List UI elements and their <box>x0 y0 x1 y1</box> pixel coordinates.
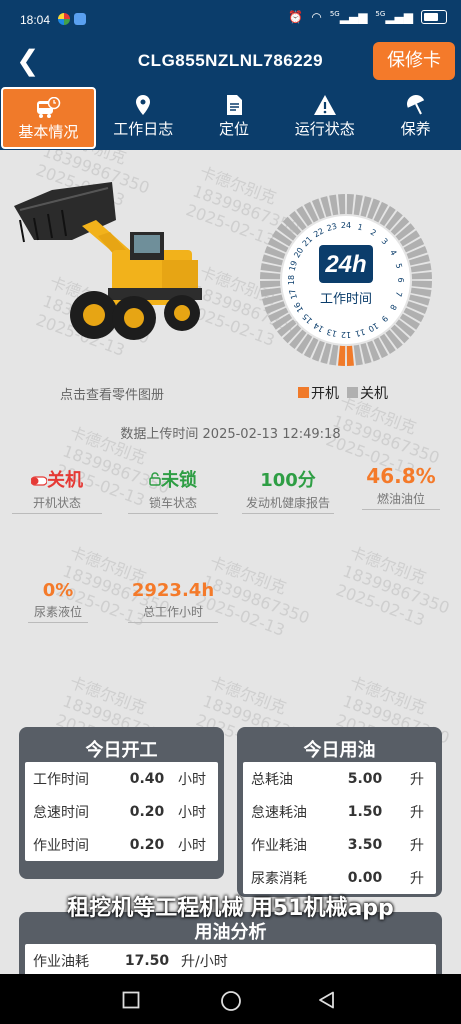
tab-label: 保养 <box>400 120 431 138</box>
work-time-dial: 24 12345678910111213141516171819202122 23 … <box>260 194 432 366</box>
today-work-table: 工作时间 0.40 小时 怠速时间 0.20 小时 作业时间 0.20 小时 <box>25 762 218 861</box>
today-work-title: 今日开工 <box>85 740 158 761</box>
engine-health[interactable]: 100分 发动机健康报告 <box>242 466 334 514</box>
fuel-level: 46.8% 燃油油位 <box>362 464 440 510</box>
hours-label: 总工作小时 <box>128 603 218 623</box>
dial-segment-off <box>260 272 281 280</box>
dial-segment-on <box>338 345 346 366</box>
tab-label: 运行状态 <box>294 120 355 138</box>
watermark: 卡德尔别克 18399867350 2025-02-13 <box>333 542 453 630</box>
notification-icons <box>58 13 86 25</box>
clock: 18:04 <box>20 13 51 27</box>
dial-hour-label: 24 <box>341 221 351 230</box>
urea-value: 0% <box>42 580 74 601</box>
system-nav-bar <box>0 974 461 1024</box>
home-icon[interactable] <box>220 990 242 1012</box>
table-row: 作业油耗 17.50 升/小时 <box>33 952 228 970</box>
table-row: 怠速时间 0.20 小时 <box>33 803 206 821</box>
power-label: 开机状态 <box>12 494 102 514</box>
dial-segment-off <box>411 272 432 280</box>
power-value: 关机 <box>47 470 83 491</box>
table-row: 作业时间 0.20 小时 <box>33 836 206 854</box>
table-row: 总耗油 5.00 升 <box>251 770 424 788</box>
dial-segment-off <box>411 280 432 288</box>
legend-on-swatch <box>298 387 309 398</box>
battery-icon <box>421 10 447 24</box>
dial-center-label: 24h <box>324 251 366 278</box>
signal-icon-1: 5G▂▄▆ <box>329 10 368 24</box>
status-bar: 18:04 ⏰ ◠ 5G▂▄▆ 5G▂▄▆ <box>0 0 461 38</box>
health-value: 100分 <box>260 470 316 491</box>
dial-segment-on <box>346 345 354 366</box>
warranty-card-button[interactable]: 保修卡 <box>373 42 455 80</box>
tab-label: 工作日志 <box>113 120 174 138</box>
gallery-notification-icon <box>74 13 86 25</box>
table-row: 工作时间 0.40 小时 <box>33 770 206 788</box>
lock-label: 锁车状态 <box>128 494 218 514</box>
today-fuel-title: 今日用油 <box>303 740 376 761</box>
bus-clock-icon <box>37 97 61 118</box>
today-fuel-table: 总耗油 5.00 升 怠速耗油 1.50 升 作业耗油 3.50 升 尿素消耗 0.00 升 <box>243 762 436 894</box>
dial-caption: 工作时间 <box>320 292 372 307</box>
signal-icon-2: 5G▂▄▆ <box>375 10 413 24</box>
today-fuel-card: 今日用油 总耗油 5.00 升 怠速耗油 1.50 升 作业耗油 3.50 升 尿素消耗 0.… <box>237 727 442 897</box>
fuel-value: 46.8% <box>366 464 436 488</box>
nav-bar: ❮ CLG855NZLNL786229 保修卡 <box>0 38 461 86</box>
back-icon[interactable] <box>318 991 336 1009</box>
wifi-icon: ◠ <box>311 10 322 24</box>
tab-basic-info[interactable]: 基本情况 <box>1 87 96 149</box>
health-label: 发动机健康报告 <box>242 494 334 514</box>
upload-time: 数据上传时间 2025-02-13 12:49:18 <box>120 427 341 442</box>
power-status: 关机 开机状态 <box>12 466 102 514</box>
fuel-label: 燃油油位 <box>362 490 440 510</box>
tab-running-status[interactable]: 运行状态 <box>279 86 370 150</box>
map-pin-icon <box>136 95 151 115</box>
legend-off-label: 关机 <box>360 386 388 402</box>
table-row: 作业耗油 3.50 升 <box>251 836 424 854</box>
tab-maintenance[interactable]: 保养 <box>370 86 461 150</box>
main-content: 卡德尔别克 18399867350 2025-02-13 卡德尔别克 18399… <box>0 150 461 974</box>
parts-catalog-link[interactable]: 点击查看零件图册 <box>60 384 164 403</box>
toggle-off-icon <box>30 476 48 486</box>
tab-work-log[interactable]: 工作日志 <box>98 86 189 150</box>
document-icon <box>226 95 242 115</box>
tab-label: 定位 <box>218 120 249 138</box>
legend-off-swatch <box>347 387 358 398</box>
tab-location[interactable]: 定位 <box>189 86 280 150</box>
tab-bar: 基本情况 工作日志 定位 运行状态 保养 <box>0 86 461 150</box>
table-row: 怠速耗油 1.50 升 <box>251 803 424 821</box>
unlock-icon <box>149 472 161 486</box>
dial-segment-off <box>260 280 281 288</box>
hours-value: 2923.4h <box>131 580 215 601</box>
dial-segment-off <box>338 194 346 215</box>
app-notification-icon <box>58 13 70 25</box>
total-hours: 2923.4h 总工作小时 <box>128 580 218 623</box>
dial-hour-label: 6 <box>396 277 405 282</box>
ad-banner-text: 租挖机等工程机械 用51机械app <box>67 896 394 921</box>
dial-segment-off <box>346 194 354 215</box>
tab-label: 基本情况 <box>18 123 79 141</box>
alarm-icon: ⏰ <box>288 10 304 24</box>
urea-label: 尿素液位 <box>28 603 88 623</box>
lock-value: 未锁 <box>161 470 197 491</box>
legend-on-label: 开机 <box>311 386 339 402</box>
umbrella-icon <box>406 95 424 115</box>
dial-hour-label: 12 <box>341 330 351 339</box>
urea-level: 0% 尿素液位 <box>28 580 88 623</box>
today-work-card: 今日开工 工作时间 0.40 小时 怠速时间 0.20 小时 作业时间 0.20 小时 <box>19 727 224 879</box>
recent-apps-icon[interactable] <box>122 991 140 1009</box>
warning-icon <box>313 95 336 115</box>
dial-legend: 开机 关机 <box>298 383 388 403</box>
fuel-analysis-table: 作业油耗 17.50 升/小时 <box>25 944 436 974</box>
wheel-loader-image[interactable] <box>12 180 202 345</box>
lock-status: 未锁 锁车状态 <box>128 466 218 514</box>
dial-hour-label: 18 <box>287 275 296 285</box>
